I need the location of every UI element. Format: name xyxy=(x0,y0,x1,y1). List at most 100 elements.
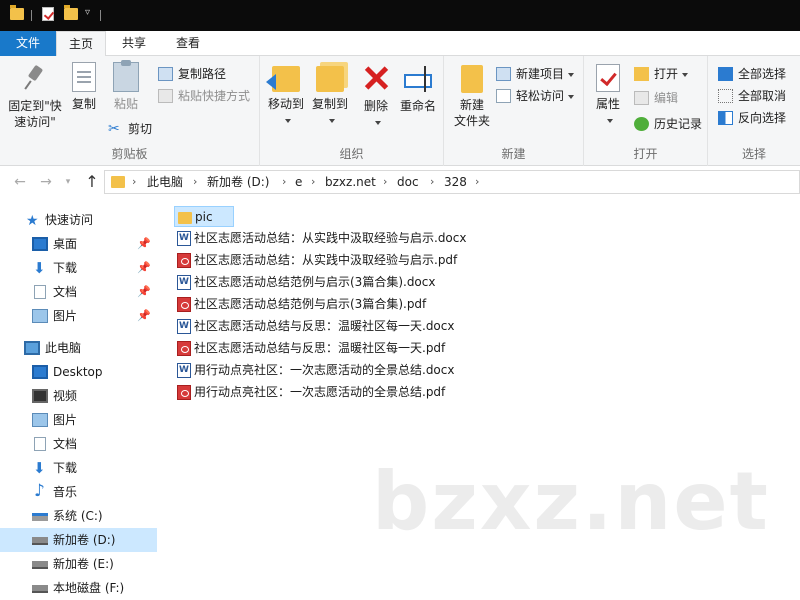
music-icon xyxy=(32,479,48,503)
file-item[interactable]: 社区志愿活动总结与反思：温暖社区每一天.docx xyxy=(174,316,460,337)
rename-button[interactable]: 重命名 xyxy=(396,62,440,114)
folder-icon xyxy=(10,5,24,20)
properties-icon xyxy=(596,64,620,92)
properties-label: 属性 xyxy=(595,97,620,111)
nav-drive-e[interactable]: 新加卷 (E:) xyxy=(0,552,157,576)
breadcrumb-drive-d[interactable]: 新加卷 (D:) xyxy=(207,171,269,193)
pin-icon: 📌 xyxy=(137,237,151,250)
file-item[interactable]: 用行动点亮社区：一次志愿活动的全景总结.docx xyxy=(174,360,460,381)
new-item-button[interactable]: 新建项目 xyxy=(496,64,575,84)
breadcrumb-this-pc[interactable]: 此电脑 xyxy=(147,171,183,193)
file-item-folder[interactable]: pic xyxy=(174,206,234,227)
open-button[interactable]: 打开 xyxy=(634,64,689,84)
chevron-right-icon[interactable]: › xyxy=(193,171,197,193)
nav-drive-d[interactable]: 新加卷 (D:) xyxy=(0,528,157,552)
paste-shortcut-button[interactable]: 粘贴快捷方式 xyxy=(158,86,250,106)
chevron-right-icon[interactable]: › xyxy=(383,171,387,193)
copy-path-button[interactable]: 复制路径 xyxy=(158,64,226,84)
breadcrumb-e[interactable]: e xyxy=(295,171,302,193)
up-arrow-icon[interactable]: ↑ xyxy=(82,171,102,193)
chevron-right-icon[interactable]: › xyxy=(311,171,315,193)
tab-home[interactable]: 主页 xyxy=(56,31,106,57)
chevron-right-icon[interactable]: › xyxy=(430,171,434,193)
back-arrow-icon[interactable]: ← xyxy=(10,171,30,193)
file-item[interactable]: 社区志愿活动总结与反思：温暖社区每一天.pdf xyxy=(174,338,451,359)
invert-selection-button[interactable]: 反向选择 xyxy=(718,108,786,128)
nav-label: 文档 xyxy=(53,285,78,299)
nav-drive-c[interactable]: 系统 (C:) xyxy=(0,504,157,528)
nav-pc-music[interactable]: 音乐 xyxy=(0,479,157,504)
nav-label: 本地磁盘 (F:) xyxy=(53,581,125,595)
organize-group-label: 组织 xyxy=(339,147,364,161)
select-all-label: 全部选择 xyxy=(738,67,787,81)
properties-button[interactable]: 属性 xyxy=(590,62,626,128)
nav-pc-pictures[interactable]: 图片 xyxy=(0,408,157,432)
forward-arrow-icon[interactable]: → xyxy=(36,171,56,193)
nav-label: 新加卷 (E:) xyxy=(53,557,114,571)
tab-file[interactable]: 文件 xyxy=(0,31,56,56)
file-name: 社区志愿活动总结与反思：温暖社区每一天.docx xyxy=(194,319,455,333)
new-folder-quick-icon[interactable] xyxy=(64,5,78,20)
delete-button[interactable]: 删除 xyxy=(358,62,394,130)
navigation-bar: ← → ▾ ↑ › 此电脑 › 新加卷 (D:) › e › bzxz.net … xyxy=(0,167,800,197)
star-icon xyxy=(26,209,42,233)
history-button[interactable]: 历史记录 xyxy=(634,114,702,134)
customize-quick-access-icon[interactable]: ▿ xyxy=(85,7,90,18)
tab-view[interactable]: 查看 xyxy=(162,31,214,56)
chevron-down-icon xyxy=(568,94,575,99)
file-item[interactable]: 社区志愿活动总结：从实践中汲取经验与启示.pdf xyxy=(174,250,463,271)
cut-button[interactable]: 剪切 xyxy=(108,119,152,139)
nav-desktop-pinned[interactable]: 桌面 📌 xyxy=(0,232,157,256)
nav-label: 下载 xyxy=(53,461,78,475)
nav-quick-access[interactable]: 快速访问 xyxy=(0,208,157,233)
nav-this-pc[interactable]: 此电脑 xyxy=(0,336,157,360)
edit-button[interactable]: 编辑 xyxy=(634,88,678,108)
nav-drive-f[interactable]: 本地磁盘 (F:) xyxy=(0,576,157,600)
easy-access-button[interactable]: 轻松访问 xyxy=(496,86,575,106)
file-item[interactable]: 社区志愿活动总结范例与启示(3篇合集).pdf xyxy=(174,294,432,315)
nav-label: 此电脑 xyxy=(45,341,82,355)
tab-share[interactable]: 共享 xyxy=(110,31,158,56)
chevron-right-icon[interactable]: › xyxy=(132,171,136,193)
edit-icon xyxy=(634,91,649,105)
select-none-button[interactable]: 全部取消 xyxy=(718,86,786,106)
move-to-label: 移动到 xyxy=(267,97,304,111)
nav-documents-pinned[interactable]: 文档 📌 xyxy=(0,280,157,304)
nav-downloads-pinned[interactable]: 下载 📌 xyxy=(0,256,157,280)
ribbon-tabs: 文件 主页 共享 查看 xyxy=(0,31,800,57)
nav-label: 下载 xyxy=(53,261,78,275)
history-icon xyxy=(634,117,649,131)
recent-locations-icon[interactable]: ▾ xyxy=(58,171,78,193)
folder-icon xyxy=(178,212,192,224)
nav-pc-documents[interactable]: 文档 xyxy=(0,432,157,456)
select-all-button[interactable]: 全部选择 xyxy=(718,64,786,84)
nav-label: 图片 xyxy=(53,413,78,427)
nav-pictures-pinned[interactable]: 图片 📌 xyxy=(0,304,157,328)
file-item[interactable]: 社区志愿活动总结：从实践中汲取经验与启示.docx xyxy=(174,228,472,249)
chevron-right-icon[interactable]: › xyxy=(282,171,286,193)
move-to-button[interactable]: 移动到 xyxy=(264,62,308,128)
breadcrumb-bzxz[interactable]: bzxz.net xyxy=(325,171,376,193)
address-bar[interactable]: › 此电脑 › 新加卷 (D:) › e › bzxz.net › doc › … xyxy=(104,170,800,194)
copy-to-button[interactable]: 复制到 xyxy=(308,62,352,128)
navigation-pane: 快速访问 桌面 📌 下载 📌 文档 📌 图片 📌 此电脑 Desktop 视频 … xyxy=(0,200,157,600)
nav-pc-videos[interactable]: 视频 xyxy=(0,384,157,408)
nav-pc-downloads[interactable]: 下载 xyxy=(0,456,157,480)
select-none-icon xyxy=(718,89,733,103)
chevron-right-icon[interactable]: › xyxy=(475,171,479,193)
file-item[interactable]: 用行动点亮社区：一次志愿活动的全景总结.pdf xyxy=(174,382,451,403)
copy-button[interactable]: 复制 xyxy=(66,62,102,112)
pin-quick-access-button[interactable]: 固定到"快 速访问" xyxy=(4,62,66,130)
file-item[interactable]: 社区志愿活动总结范例与启示(3篇合集).docx xyxy=(174,272,441,293)
paste-button[interactable]: 粘贴 xyxy=(108,60,144,112)
properties-quick-icon[interactable] xyxy=(42,7,54,21)
nav-pc-desktop[interactable]: Desktop xyxy=(0,360,157,384)
new-group-label: 新建 xyxy=(501,147,526,161)
pdf-icon xyxy=(177,253,191,268)
copy-to-label: 复制到 xyxy=(311,97,348,111)
new-folder-button[interactable]: 新建 文件夹 xyxy=(450,62,494,129)
breadcrumb-328[interactable]: 328 xyxy=(444,171,467,193)
select-group-label: 选择 xyxy=(741,147,766,161)
file-name: 社区志愿活动总结范例与启示(3篇合集).docx xyxy=(194,275,436,289)
breadcrumb-doc[interactable]: doc xyxy=(397,171,419,193)
